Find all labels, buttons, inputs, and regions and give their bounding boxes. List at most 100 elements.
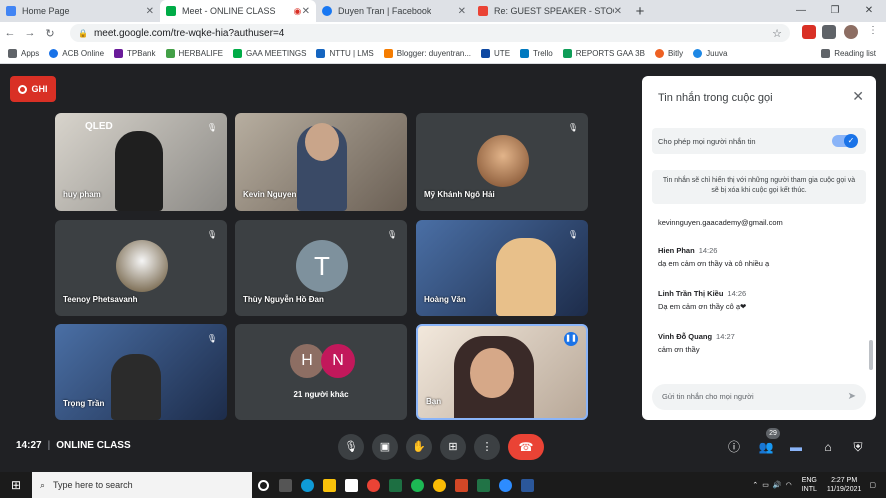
send-icon[interactable]: ➤ — [848, 390, 856, 404]
raise-hand-button[interactable]: ✋ — [406, 434, 432, 460]
message-text: kevinnguyen.gaacademy@gmail.com — [658, 218, 783, 227]
taskbar-search[interactable]: ⌕ Type here to search — [32, 472, 252, 498]
omnibox[interactable]: 🔒 meet.google.com/tre-wqke-hia?authuser=… — [70, 24, 790, 42]
chat-icon[interactable]: ▬ — [786, 437, 806, 457]
bookmark-gaa-meetings[interactable]: GAA MEETINGS — [232, 49, 306, 58]
mic-off-icon: 🎙 — [386, 230, 398, 239]
chat-info-notice: Tin nhắn sẽ chỉ hiển thị với những người… — [652, 170, 866, 204]
extensions-puzzle-icon[interactable] — [822, 25, 836, 39]
message-time: 14:27 — [716, 332, 735, 341]
face-shape — [470, 348, 514, 398]
participant-tile-teenoy[interactable]: 🎙 Teenoy Phetsavanh — [55, 220, 227, 316]
chat-scrollbar[interactable] — [869, 340, 873, 370]
more-options-button[interactable]: ⋮ — [474, 434, 500, 460]
bookmark-tpbank[interactable]: TPBank — [114, 49, 156, 58]
allow-messages-row: Cho phép mọi người nhắn tin ✓ — [652, 128, 866, 154]
clock-time: 2:27 PM — [831, 477, 858, 484]
bookmark-bitly[interactable]: Bitly — [654, 49, 683, 58]
window-controls: — ❐ ✕ — [784, 0, 886, 22]
avatar-h: H — [290, 344, 324, 378]
record-label: GHI — [31, 84, 48, 94]
participant-tile-others[interactable]: H N 21 người khác — [235, 324, 407, 420]
language-indicator[interactable]: ENG INTL — [802, 476, 817, 494]
gmail-favicon-icon — [478, 6, 488, 16]
new-tab-button[interactable]: + — [628, 0, 652, 22]
back-icon[interactable]: ← — [0, 27, 20, 39]
clock[interactable]: 2:27 PM 11/19/2021 — [827, 476, 862, 494]
participant-tile-kevin[interactable]: Kevin Nguyen — [235, 113, 407, 211]
camera-button[interactable]: ▣ — [372, 434, 398, 460]
meeting-info: 14:27 | ONLINE CLASS — [16, 440, 131, 451]
volume-icon[interactable]: 🔊 — [773, 481, 782, 489]
powerpoint-icon[interactable] — [450, 472, 472, 498]
close-window-button[interactable]: ✕ — [852, 0, 886, 22]
spotify-icon[interactable] — [406, 472, 428, 498]
present-button[interactable]: ⊞ — [440, 434, 466, 460]
bookmark-nttu[interactable]: NTTU | LMS — [316, 49, 374, 58]
tab-home-page[interactable]: Home Page ✕ — [0, 0, 160, 22]
task-view-icon[interactable] — [274, 472, 296, 498]
minimize-button[interactable]: — — [784, 0, 818, 22]
tab-gmail[interactable]: Re: GUEST SPEAKER - STOCK INV ✕ — [472, 0, 628, 22]
close-tab-icon[interactable]: ✕ — [302, 6, 310, 17]
bookmark-juuva[interactable]: Juuva — [693, 49, 727, 58]
windows-start-icon[interactable]: ⊞ — [0, 472, 32, 498]
check-icon: ✓ — [844, 134, 858, 148]
word-icon[interactable] — [516, 472, 538, 498]
activities-icon[interactable]: ⌂ — [818, 437, 838, 457]
close-tab-icon[interactable]: ✕ — [458, 6, 466, 17]
bookmark-herbalife[interactable]: HERBALIFE — [165, 49, 223, 58]
bookmark-blogger[interactable]: Blogger: duyentran... — [383, 49, 471, 58]
close-tab-icon[interactable]: ✕ — [614, 6, 622, 17]
bookmark-trello[interactable]: Trello — [520, 49, 553, 58]
tab-facebook[interactable]: Duyen Tran | Facebook ✕ — [316, 0, 472, 22]
host-controls-icon[interactable]: ⛨ — [848, 437, 868, 457]
message-author: Hien Phan — [658, 246, 695, 255]
microphone-button[interactable]: 🎙 — [338, 434, 364, 460]
participant-tile-self[interactable]: ❚❚ Bạn — [416, 324, 588, 420]
participant-tile-thuy[interactable]: T 🎙 Thùy Nguyễn Hồ Đan — [235, 220, 407, 316]
chrome-icon[interactable] — [362, 472, 384, 498]
menu-dots-icon[interactable]: ⋮ — [866, 25, 880, 39]
maximize-button[interactable]: ❐ — [818, 0, 852, 22]
close-tab-icon[interactable]: ✕ — [146, 6, 154, 17]
excel-icon[interactable] — [472, 472, 494, 498]
tray-chevron-icon[interactable]: ⌃ — [752, 481, 758, 489]
chat-input[interactable]: Gửi tin nhắn cho mọi người ➤ — [652, 384, 866, 410]
extension-icon[interactable] — [802, 25, 816, 39]
bookmark-star-icon[interactable]: ☆ — [772, 27, 782, 40]
bookmarks-bar: Apps ACB Online TPBank HERBALIFE GAA MEE… — [0, 44, 886, 64]
reload-icon[interactable]: ↻ — [40, 27, 60, 40]
cortana-icon[interactable] — [252, 472, 274, 498]
record-badge[interactable]: GHI — [10, 76, 56, 102]
notification-icon[interactable]: ▢ — [869, 481, 876, 489]
forward-icon[interactable]: → — [20, 27, 40, 39]
tab-meet[interactable]: Meet - ONLINE CLASS ◉ ✕ — [160, 0, 316, 22]
people-icon[interactable]: 👥 — [756, 437, 776, 457]
info-icon[interactable]: ⓘ — [724, 437, 744, 457]
avatar-n: N — [321, 344, 355, 378]
file-explorer-icon[interactable] — [318, 472, 340, 498]
bookmark-reports[interactable]: REPORTS GAA 3B — [562, 49, 645, 58]
amazon-icon[interactable] — [340, 472, 362, 498]
participant-tile-huy[interactable]: QLED 🎙 huy pham — [55, 113, 227, 211]
battery-icon[interactable]: ▭ — [762, 481, 769, 489]
participant-name: Kevin Nguyen — [243, 190, 297, 199]
bookmark-ute[interactable]: UTE — [481, 49, 510, 58]
excel-icon[interactable] — [384, 472, 406, 498]
reading-list[interactable]: Reading list — [821, 49, 876, 58]
close-icon[interactable]: ✕ — [852, 88, 864, 105]
zoom-icon[interactable] — [494, 472, 516, 498]
bookmark-apps[interactable]: Apps — [8, 49, 39, 58]
allow-messages-toggle[interactable]: ✓ — [832, 134, 858, 148]
profile-avatar-icon[interactable] — [844, 25, 858, 39]
participant-tile-hoang[interactable]: 🎙 Hoàng Văn — [416, 220, 588, 316]
edge-icon[interactable] — [296, 472, 318, 498]
chrome-icon[interactable] — [428, 472, 450, 498]
participant-tile-my-khanh[interactable]: 🎙 Mỹ Khánh Ngô Hải — [416, 113, 588, 211]
leave-call-button[interactable]: ☎ — [508, 434, 544, 460]
participant-tile-trong[interactable]: 🎙 Trọng Trần — [55, 324, 227, 420]
bookmark-acb[interactable]: ACB Online — [49, 49, 104, 58]
message-time: 14:26 — [727, 289, 747, 298]
wifi-icon[interactable]: ◠ — [786, 481, 792, 489]
